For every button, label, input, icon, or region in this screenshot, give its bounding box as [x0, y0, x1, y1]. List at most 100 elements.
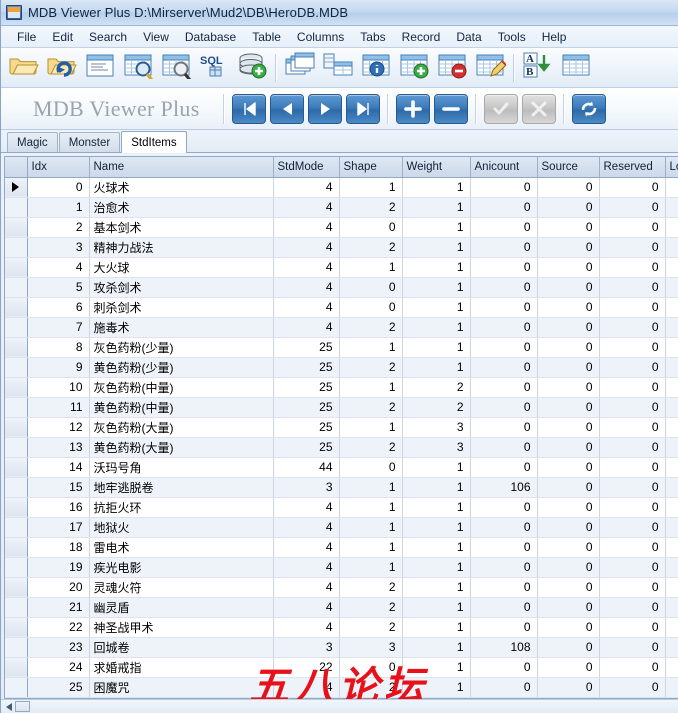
cell-anicount[interactable]: 0: [470, 657, 538, 678]
sort-az-button[interactable]: AB: [521, 51, 555, 85]
row-selector-cell[interactable]: [5, 317, 28, 338]
cell-reserved[interactable]: 0: [599, 517, 666, 538]
row-selector-cell[interactable]: [5, 537, 28, 558]
cell-weight[interactable]: 1: [402, 477, 471, 498]
cell-stdmode[interactable]: 4: [273, 617, 340, 638]
column-header-anicount[interactable]: Anicount: [470, 157, 538, 178]
table-row[interactable]: 23 回城卷 3 3 1 108 0 0: [5, 637, 678, 658]
table-delete-button[interactable]: [435, 51, 469, 85]
cell-reserved[interactable]: 0: [599, 457, 666, 478]
cell-idx[interactable]: 9: [27, 357, 90, 378]
table-row[interactable]: 10 灰色药粉(中量) 25 1 2 0 0 0: [5, 377, 678, 398]
cell-source[interactable]: 0: [537, 377, 600, 398]
cell-shape[interactable]: 1: [339, 537, 403, 558]
cell-anicount[interactable]: 0: [470, 497, 538, 518]
table-row[interactable]: 8 灰色药粉(少量) 25 1 1 0 0 0: [5, 337, 678, 358]
row-selector-cell[interactable]: [5, 597, 28, 618]
cell-lo[interactable]: [665, 637, 678, 658]
cell-anicount[interactable]: 0: [470, 257, 538, 278]
cell-stdmode[interactable]: 25: [273, 417, 340, 438]
cell-reserved[interactable]: 0: [599, 597, 666, 618]
cell-name[interactable]: 幽灵盾: [89, 597, 274, 618]
table-row[interactable]: 11 黄色药粉(中量) 25 2 2 0 0 0: [5, 397, 678, 418]
cell-name[interactable]: 灵魂火符: [89, 577, 274, 598]
cell-shape[interactable]: 2: [339, 197, 403, 218]
cell-stdmode[interactable]: 3: [273, 637, 340, 658]
cell-stdmode[interactable]: 4: [273, 497, 340, 518]
cell-source[interactable]: 0: [537, 277, 600, 298]
cell-shape[interactable]: 1: [339, 497, 403, 518]
last-record-button[interactable]: [345, 93, 380, 124]
tables-stack-button[interactable]: [283, 51, 317, 85]
row-selector-cell[interactable]: [5, 237, 28, 258]
cell-reserved[interactable]: 0: [599, 557, 666, 578]
cell-anicount[interactable]: 0: [470, 677, 538, 698]
open-folder-button[interactable]: [7, 51, 41, 85]
cell-anicount[interactable]: 0: [470, 537, 538, 558]
table-row[interactable]: 2 基本剑术 4 0 1 0 0 0: [5, 217, 678, 238]
cell-lo[interactable]: [665, 337, 678, 358]
cell-weight[interactable]: 1: [402, 657, 471, 678]
cell-lo[interactable]: [665, 357, 678, 378]
table-row[interactable]: 4 大火球 4 1 1 0 0 0: [5, 257, 678, 278]
cell-idx[interactable]: 1: [27, 197, 90, 218]
row-selector-cell[interactable]: [5, 257, 28, 278]
table-grid-button[interactable]: [559, 51, 593, 85]
delete-record-button[interactable]: [433, 93, 468, 124]
row-selector-cell[interactable]: [5, 397, 28, 418]
cell-shape[interactable]: 2: [339, 437, 403, 458]
menu-item-view[interactable]: View: [135, 30, 177, 44]
row-selector-cell[interactable]: [5, 517, 28, 538]
cell-anicount[interactable]: 0: [470, 557, 538, 578]
cell-anicount[interactable]: 0: [470, 317, 538, 338]
cell-source[interactable]: 0: [537, 257, 600, 278]
refresh-folder-button[interactable]: [45, 51, 79, 85]
cell-weight[interactable]: 1: [402, 257, 471, 278]
cell-shape[interactable]: 2: [339, 237, 403, 258]
cell-lo[interactable]: [665, 557, 678, 578]
cell-name[interactable]: 基本剑术: [89, 217, 274, 238]
row-selector-cell[interactable]: [5, 457, 28, 478]
document-window-button[interactable]: [83, 51, 117, 85]
row-selector-cell[interactable]: [5, 337, 28, 358]
cell-stdmode[interactable]: 4: [273, 197, 340, 218]
cell-weight[interactable]: 1: [402, 597, 471, 618]
cell-source[interactable]: 0: [537, 337, 600, 358]
cell-stdmode[interactable]: 4: [273, 177, 340, 198]
cell-reserved[interactable]: 0: [599, 677, 666, 698]
cell-anicount[interactable]: 0: [470, 237, 538, 258]
cell-weight[interactable]: 1: [402, 277, 471, 298]
cell-stdmode[interactable]: 4: [273, 297, 340, 318]
cell-weight[interactable]: 1: [402, 197, 471, 218]
cell-stdmode[interactable]: 4: [273, 577, 340, 598]
cell-source[interactable]: 0: [537, 177, 600, 198]
column-header-reserved[interactable]: Reserved: [599, 157, 666, 178]
cell-source[interactable]: 0: [537, 457, 600, 478]
cell-idx[interactable]: 13: [27, 437, 90, 458]
table-row[interactable]: 1 治愈术 4 2 1 0 0 0: [5, 197, 678, 218]
cell-source[interactable]: 0: [537, 417, 600, 438]
cell-lo[interactable]: [665, 657, 678, 678]
column-header-lo[interactable]: Lo: [665, 157, 678, 178]
cell-name[interactable]: 刺杀剑术: [89, 297, 274, 318]
cell-weight[interactable]: 1: [402, 357, 471, 378]
cell-lo[interactable]: [665, 197, 678, 218]
menu-item-columns[interactable]: Columns: [289, 30, 352, 44]
cell-source[interactable]: 0: [537, 497, 600, 518]
cell-anicount[interactable]: 0: [470, 217, 538, 238]
row-selector-cell[interactable]: [5, 497, 28, 518]
column-header-stdmode[interactable]: StdMode: [273, 157, 340, 178]
cell-reserved[interactable]: 0: [599, 277, 666, 298]
cell-source[interactable]: 0: [537, 657, 600, 678]
cell-shape[interactable]: 1: [339, 477, 403, 498]
row-selector-cell[interactable]: [5, 617, 28, 638]
cell-source[interactable]: 0: [537, 477, 600, 498]
cell-stdmode[interactable]: 4: [273, 677, 340, 698]
cell-stdmode[interactable]: 4: [273, 217, 340, 238]
cell-stdmode[interactable]: 4: [273, 317, 340, 338]
cell-name[interactable]: 精神力战法: [89, 237, 274, 258]
cell-lo[interactable]: [665, 677, 678, 698]
table-info-button[interactable]: [359, 51, 393, 85]
cell-anicount[interactable]: 0: [470, 437, 538, 458]
cell-idx[interactable]: 11: [27, 397, 90, 418]
